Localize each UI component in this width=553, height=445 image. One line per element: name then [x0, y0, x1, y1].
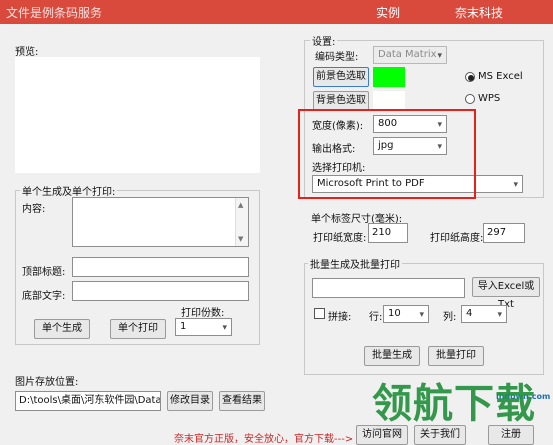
bottom-text-label: 底部文字:	[22, 291, 66, 302]
content-scrollbar[interactable]: ▲ ▼	[235, 198, 248, 246]
single-generate-button[interactable]: 单个生成	[34, 319, 90, 339]
view-result-button[interactable]: 查看结果	[219, 391, 265, 411]
register-button[interactable]: 注册	[488, 425, 534, 445]
window-title: 文件是例条码服务	[6, 6, 103, 20]
storage-path-input[interactable]: D:\tools\桌面\河东软件园\DataMa	[15, 391, 161, 411]
preview-label: 预览:	[15, 47, 39, 58]
top-title-input[interactable]	[72, 257, 249, 277]
rows-label: 行:	[369, 312, 383, 323]
batch-generate-button[interactable]: 批量生成	[364, 346, 420, 366]
storage-label: 图片存放位置:	[15, 377, 79, 388]
batch-file-input[interactable]	[312, 278, 465, 298]
radio-ms-excel[interactable]	[465, 72, 475, 82]
radio-wps-label: WPS	[478, 93, 501, 104]
watermark-brand: 领航下载	[372, 381, 536, 427]
arrange-label: 拼接:	[328, 312, 352, 323]
encode-type-select: Data Matrix ▾	[373, 46, 447, 64]
chevron-down-icon: ▾	[419, 310, 424, 320]
paper-height-label: 打印纸高度:	[430, 233, 484, 244]
modify-dir-button[interactable]: 修改目录	[167, 391, 213, 411]
fg-color-button[interactable]: 前景色选取	[313, 67, 369, 87]
arrange-checkbox[interactable]	[314, 308, 325, 319]
fg-color-swatch	[373, 67, 405, 87]
settings-group-label: 设置:	[310, 33, 338, 48]
radio-ms-excel-label: MS Excel	[478, 71, 523, 82]
cols-select[interactable]: 4 ▾	[461, 305, 507, 323]
chevron-down-icon: ▾	[497, 310, 502, 320]
bg-color-button[interactable]: 背景色选取	[313, 91, 369, 111]
paper-width-label: 打印纸宽度:	[313, 233, 367, 244]
copies-select[interactable]: 1 ▾	[175, 318, 232, 336]
single-group-label: 单个生成及单个打印:	[20, 183, 118, 198]
rows-select[interactable]: 10 ▾	[383, 305, 429, 323]
chevron-down-icon: ▾	[437, 51, 442, 61]
paper-width-input[interactable]: 210	[368, 223, 408, 243]
batch-group-label: 批量生成及批量打印	[308, 256, 402, 271]
single-print-button[interactable]: 单个打印	[110, 319, 166, 339]
cols-label: 列:	[443, 312, 457, 323]
footer-notice: 奈末官方正版，安全放心，官方下载--->	[174, 434, 354, 445]
bottom-text-input[interactable]	[72, 281, 249, 301]
content-textarea[interactable]: ▲ ▼	[72, 197, 249, 247]
batch-print-button[interactable]: 批量打印	[428, 346, 484, 366]
top-title-label: 顶部标题:	[22, 267, 66, 278]
content-label: 内容:	[22, 204, 46, 215]
about-button[interactable]: 关于我们	[414, 425, 466, 445]
menu-examples[interactable]: 实例	[376, 4, 400, 21]
import-button[interactable]: 导入Excel或Txt	[472, 277, 540, 310]
scroll-up-icon[interactable]: ▲	[238, 198, 243, 212]
scroll-down-icon[interactable]: ▼	[238, 232, 243, 246]
preview-area	[15, 57, 260, 173]
chevron-down-icon: ▾	[222, 323, 227, 333]
chevron-down-icon: ▾	[513, 180, 518, 190]
encode-type-label: 编码类型:	[315, 52, 359, 63]
highlight-box	[298, 109, 476, 199]
paper-height-input[interactable]: 297	[483, 223, 525, 243]
bg-color-swatch	[373, 91, 405, 111]
visit-site-button[interactable]: 访问官网	[356, 425, 408, 445]
radio-wps[interactable]	[465, 94, 475, 104]
copies-label: 打印份数:	[181, 308, 225, 319]
menu-company[interactable]: 奈末科技	[455, 4, 503, 21]
title-bar: 文件是例条码服务 实例 奈末科技	[0, 0, 553, 24]
